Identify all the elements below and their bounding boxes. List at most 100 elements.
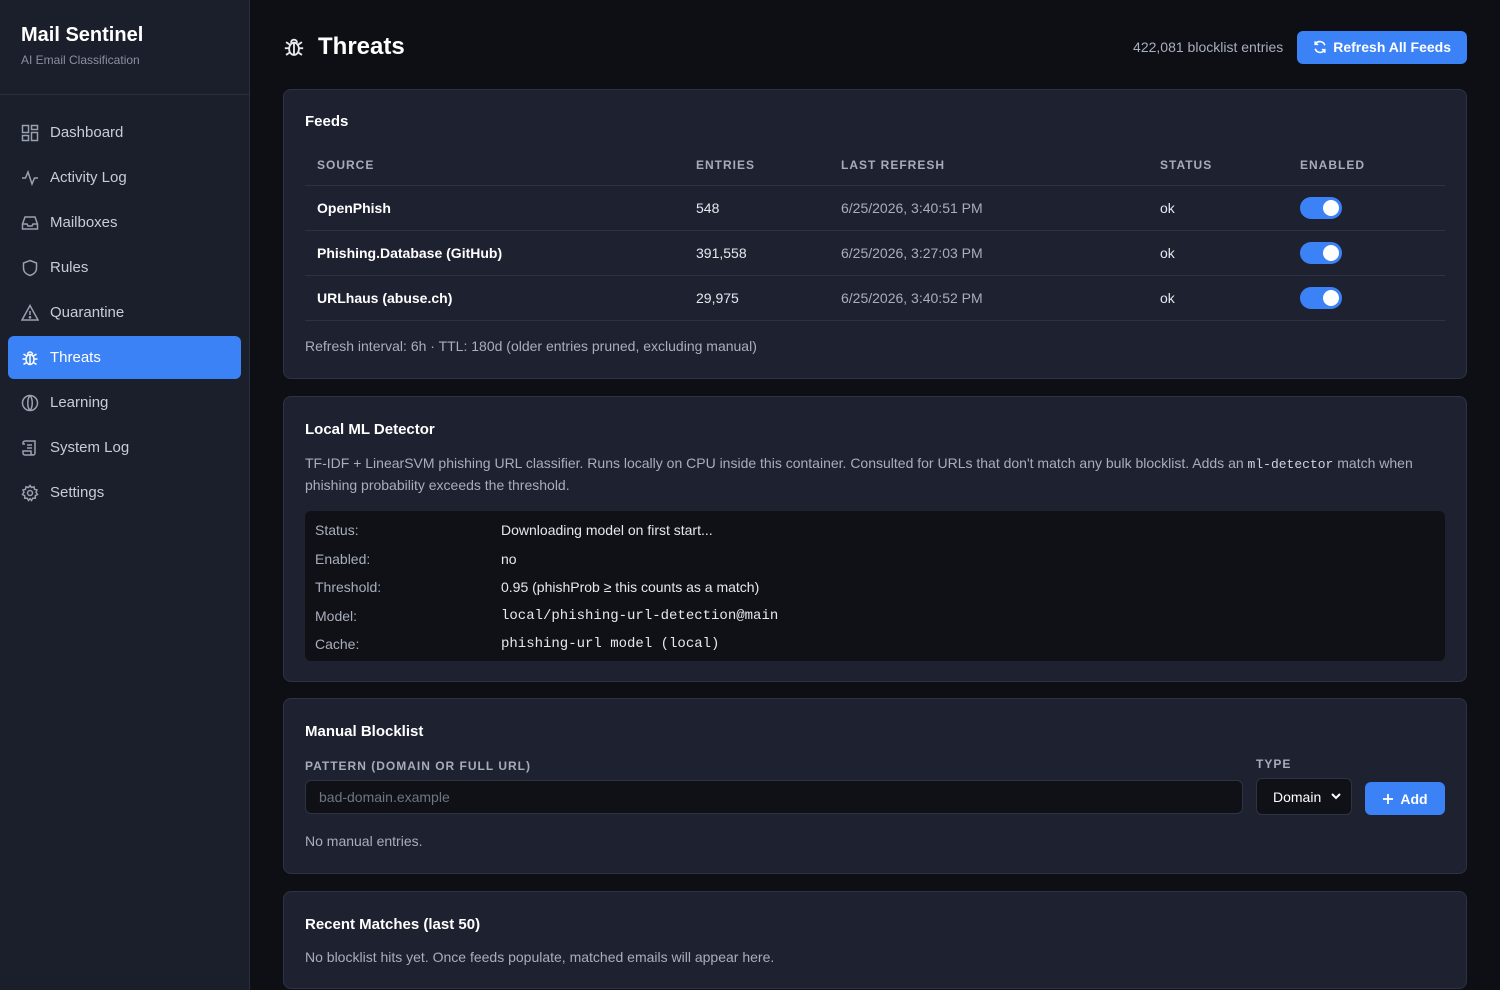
ml-model-label: Model:: [315, 607, 358, 624]
ml-threshold-value: 0.95 (phishProb ≥ this counts as a match…: [501, 579, 760, 596]
ml-enabled-value: no: [501, 550, 517, 567]
sidebar-item-label: Activity Log: [50, 169, 127, 186]
main-content: Threats 422,081 blocklist entries Refres…: [250, 0, 1500, 990]
ml-threshold-row: Threshold: 0.95 (phishProb ≥ this counts…: [305, 573, 1445, 602]
feed-last-refresh: 6/25/2026, 3:40:51 PM: [829, 185, 1148, 231]
brain-icon: [20, 393, 40, 413]
sidebar-item-mailboxes[interactable]: Mailboxes: [8, 201, 241, 244]
header-actions: 422,081 blocklist entries Refresh All Fe…: [1133, 30, 1467, 64]
sidebar-item-settings[interactable]: Settings: [8, 471, 241, 514]
plus-icon: [1382, 793, 1394, 805]
blocklist-count: 422,081 blocklist entries: [1133, 39, 1284, 55]
sidebar-item-quarantine[interactable]: Quarantine: [8, 291, 241, 334]
ml-status-label: Status:: [315, 522, 359, 539]
brand: Mail Sentinel AI Email Classification: [0, 0, 249, 95]
inbox-icon: [20, 213, 40, 233]
sidebar-item-label: Learning: [50, 394, 109, 411]
column-header-status: STATUS: [1148, 146, 1288, 186]
ml-desc-code: ml-detector: [1247, 457, 1334, 472]
recent-matches-title: Recent Matches (last 50): [305, 916, 481, 933]
recent-matches-card: Recent Matches (last 50) No blocklist hi…: [283, 891, 1467, 989]
feed-enabled-cell: [1288, 230, 1445, 276]
brand-subtitle: AI Email Classification: [21, 53, 140, 67]
manual-blocklist-card: Manual Blocklist PATTERN (DOMAIN OR FULL…: [283, 698, 1467, 874]
recent-matches-empty: No blocklist hits yet. Once feeds popula…: [305, 949, 775, 965]
table-row: URLhaus (abuse.ch) 29,975 6/25/2026, 3:4…: [305, 275, 1445, 321]
sidebar-item-rules[interactable]: Rules: [8, 246, 241, 289]
activity-icon: [20, 168, 40, 188]
pattern-label: PATTERN (DOMAIN OR FULL URL): [305, 759, 531, 773]
sidebar-item-label: Dashboard: [50, 124, 124, 141]
ml-cache-value: phishing-url model (local): [501, 636, 720, 653]
feeds-card: Feeds SOURCE ENTRIES LAST REFRESH STATUS…: [283, 89, 1467, 379]
feeds-table: SOURCE ENTRIES LAST REFRESH STATUS ENABL…: [305, 146, 1445, 321]
ml-detector-title: Local ML Detector: [305, 421, 435, 438]
sidebar-item-system-log[interactable]: System Log: [8, 426, 241, 469]
sidebar-item-threats[interactable]: Threats: [8, 336, 241, 379]
ml-status-value: Downloading model on first start...: [501, 522, 713, 539]
gear-icon: [20, 483, 40, 503]
ml-detector-description: TF-IDF + LinearSVM phishing URL classifi…: [305, 453, 1445, 496]
feed-source: URLhaus (abuse.ch): [305, 275, 684, 321]
column-header-last-refresh: LAST REFRESH: [829, 146, 1148, 186]
column-header-enabled: ENABLED: [1288, 146, 1445, 186]
feed-enabled-toggle[interactable]: [1300, 196, 1342, 219]
feed-enabled-toggle[interactable]: [1300, 241, 1342, 264]
type-select[interactable]: Domain: [1256, 778, 1352, 815]
shield-icon: [20, 258, 40, 278]
ml-cache-label: Cache:: [315, 636, 360, 653]
sidebar-item-label: Quarantine: [50, 304, 125, 321]
refresh-all-feeds-label: Refresh All Feeds: [1333, 39, 1451, 55]
feed-entries: 548: [684, 185, 829, 231]
feed-source: Phishing.Database (GitHub): [305, 230, 684, 276]
ml-detector-details: Status: Downloading model on first start…: [305, 511, 1445, 661]
bug-icon: [283, 36, 305, 58]
pattern-input[interactable]: [305, 780, 1243, 814]
feed-enabled-toggle[interactable]: [1300, 286, 1342, 309]
refresh-icon: [1313, 40, 1327, 54]
page-header: Threats 422,081 blocklist entries Refres…: [283, 30, 1467, 64]
feed-enabled-cell: [1288, 275, 1445, 321]
add-entry-button[interactable]: Add: [1365, 782, 1445, 815]
dashboard-icon: [20, 123, 40, 143]
chevron-down-icon: [1330, 790, 1342, 802]
page-title: Threats: [318, 33, 405, 60]
manual-empty-text: No manual entries.: [305, 833, 423, 849]
feed-status: ok: [1148, 185, 1288, 231]
ml-status-row: Status: Downloading model on first start…: [305, 516, 1445, 545]
scroll-icon: [20, 438, 40, 458]
table-header-row: SOURCE ENTRIES LAST REFRESH STATUS ENABL…: [305, 146, 1445, 186]
ml-threshold-label: Threshold:: [315, 579, 382, 596]
manual-blocklist-title: Manual Blocklist: [305, 723, 424, 740]
feed-entries: 391,558: [684, 230, 829, 276]
sidebar-item-learning[interactable]: Learning: [8, 381, 241, 424]
sidebar: Mail Sentinel AI Email Classification Da…: [0, 0, 250, 990]
feeds-title: Feeds: [305, 113, 349, 130]
sidebar-nav: Dashboard Activity Log Mailboxes Rules Q…: [0, 95, 249, 514]
column-header-entries: ENTRIES: [684, 146, 829, 186]
feed-enabled-cell: [1288, 185, 1445, 231]
brand-title: Mail Sentinel: [21, 24, 144, 46]
feed-entries: 29,975: [684, 275, 829, 321]
ml-detector-card: Local ML Detector TF-IDF + LinearSVM phi…: [283, 396, 1467, 682]
refresh-all-feeds-button[interactable]: Refresh All Feeds: [1297, 30, 1467, 64]
ml-enabled-row: Enabled: no: [305, 545, 1445, 574]
sidebar-item-dashboard[interactable]: Dashboard: [8, 111, 241, 154]
sidebar-item-activity-log[interactable]: Activity Log: [8, 156, 241, 199]
sidebar-item-label: Settings: [50, 484, 105, 501]
ml-cache-row: Cache: phishing-url model (local): [305, 630, 1445, 659]
ml-model-row: Model: local/phishing-url-detection@main: [305, 602, 1445, 631]
feed-status: ok: [1148, 275, 1288, 321]
type-label: TYPE: [1256, 757, 1292, 771]
feed-status: ok: [1148, 230, 1288, 276]
feed-last-refresh: 6/25/2026, 3:27:03 PM: [829, 230, 1148, 276]
sidebar-item-label: Rules: [50, 259, 89, 276]
type-select-value: Domain: [1273, 788, 1322, 805]
table-row: OpenPhish 548 6/25/2026, 3:40:51 PM ok: [305, 185, 1445, 231]
feed-source: OpenPhish: [305, 185, 684, 231]
sidebar-item-label: Threats: [50, 349, 101, 366]
feeds-refresh-note: Refresh interval: 6h · TTL: 180d (older …: [305, 338, 757, 354]
add-entry-label: Add: [1400, 790, 1428, 807]
column-header-source: SOURCE: [305, 146, 684, 186]
ml-model-value: local/phishing-url-detection@main: [501, 607, 779, 624]
